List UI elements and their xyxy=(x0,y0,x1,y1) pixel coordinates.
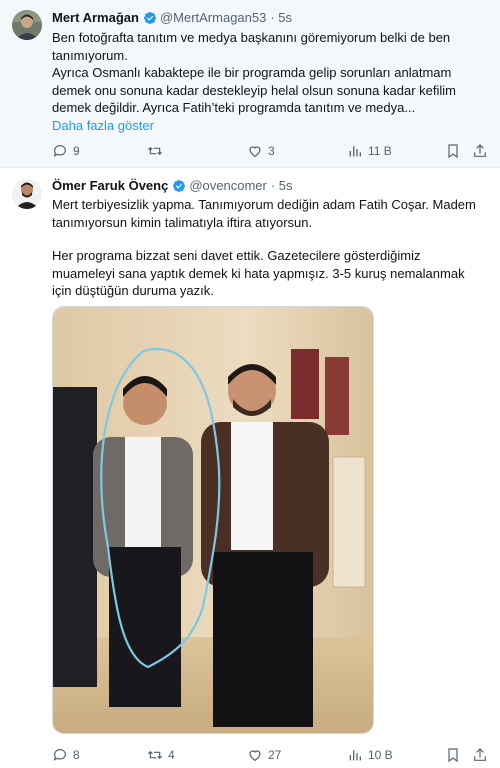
tweet-header: Mert Armağan @MertArmagan53 · 5s xyxy=(52,10,292,25)
author-handle[interactable]: @ovencomer xyxy=(189,178,267,193)
tweet-text: Ben fotoğrafta tanıtım ve medya başkanın… xyxy=(52,29,484,134)
author-handle[interactable]: @MertArmagan53 xyxy=(160,10,266,25)
verified-badge-icon xyxy=(173,179,186,192)
show-more-link[interactable]: Daha fazla göster xyxy=(52,118,154,133)
tweet-text: Mert terbiyesizlik yapma. Tanımıyorum de… xyxy=(52,196,484,300)
tweet-omer-faruk-ovenc[interactable]: Ömer Faruk Övenç @ovencomer · 5s Mert te… xyxy=(0,168,500,768)
share-icon xyxy=(474,748,486,761)
repost-button[interactable] xyxy=(147,140,168,162)
share-icon xyxy=(474,144,486,157)
tweet-photo[interactable] xyxy=(52,306,374,734)
views-icon xyxy=(349,750,361,761)
reply-icon xyxy=(53,145,66,157)
reply-icon xyxy=(53,749,66,761)
bookmark-icon xyxy=(448,748,458,763)
verified-badge-icon xyxy=(143,11,156,24)
tweet-paragraph: Her programa bizzat seni davet ettik. Ga… xyxy=(52,248,465,298)
timestamp[interactable]: · 5s xyxy=(271,178,293,193)
reply-count: 9 xyxy=(73,144,80,158)
views-count: 11 B xyxy=(368,144,392,158)
tweet-actions: 9 3 11 B xyxy=(52,140,486,162)
like-icon xyxy=(249,750,261,762)
repost-icon xyxy=(147,146,163,156)
bookmark-button[interactable] xyxy=(445,744,461,766)
reply-button[interactable]: 8 xyxy=(52,744,80,766)
avatar[interactable] xyxy=(12,10,42,40)
tweet-paragraph: Ayrıca Osmanlı kabaktepe ile bir program… xyxy=(52,65,456,115)
like-button[interactable]: 3 xyxy=(247,140,275,162)
timestamp[interactable]: · 5s xyxy=(270,10,292,25)
bookmark-icon xyxy=(448,144,458,159)
like-button[interactable]: 27 xyxy=(247,744,281,766)
tweet-header: Ömer Faruk Övenç @ovencomer · 5s xyxy=(52,178,293,193)
tweet-paragraph: Ben fotoğrafta tanıtım ve medya başkanın… xyxy=(52,30,451,63)
views-button[interactable]: 10 B xyxy=(347,744,393,766)
views-icon xyxy=(349,146,361,157)
tweet-actions: 8 4 27 10 B xyxy=(52,744,486,766)
tweet-paragraph: Mert terbiyesizlik yapma. Tanımıyorum de… xyxy=(52,197,476,230)
like-count: 27 xyxy=(268,748,282,762)
tweet-mert-armagan[interactable]: Mert Armağan @MertArmagan53 · 5s Ben fot… xyxy=(0,0,500,168)
views-button[interactable]: 11 B xyxy=(347,140,392,162)
reply-button[interactable]: 9 xyxy=(52,140,80,162)
author-name[interactable]: Mert Armağan xyxy=(52,10,139,25)
bookmark-button[interactable] xyxy=(445,140,461,162)
repost-icon xyxy=(147,750,163,760)
like-count: 3 xyxy=(268,144,275,158)
like-icon xyxy=(249,146,261,158)
reply-count: 8 xyxy=(73,748,80,762)
repost-count: 4 xyxy=(168,748,175,762)
views-count: 10 B xyxy=(368,748,393,762)
share-button[interactable] xyxy=(472,140,488,162)
share-button[interactable] xyxy=(472,744,488,766)
repost-button[interactable]: 4 xyxy=(147,744,175,766)
author-name[interactable]: Ömer Faruk Övenç xyxy=(52,178,168,193)
photo-image xyxy=(53,307,373,733)
avatar[interactable] xyxy=(12,179,42,209)
